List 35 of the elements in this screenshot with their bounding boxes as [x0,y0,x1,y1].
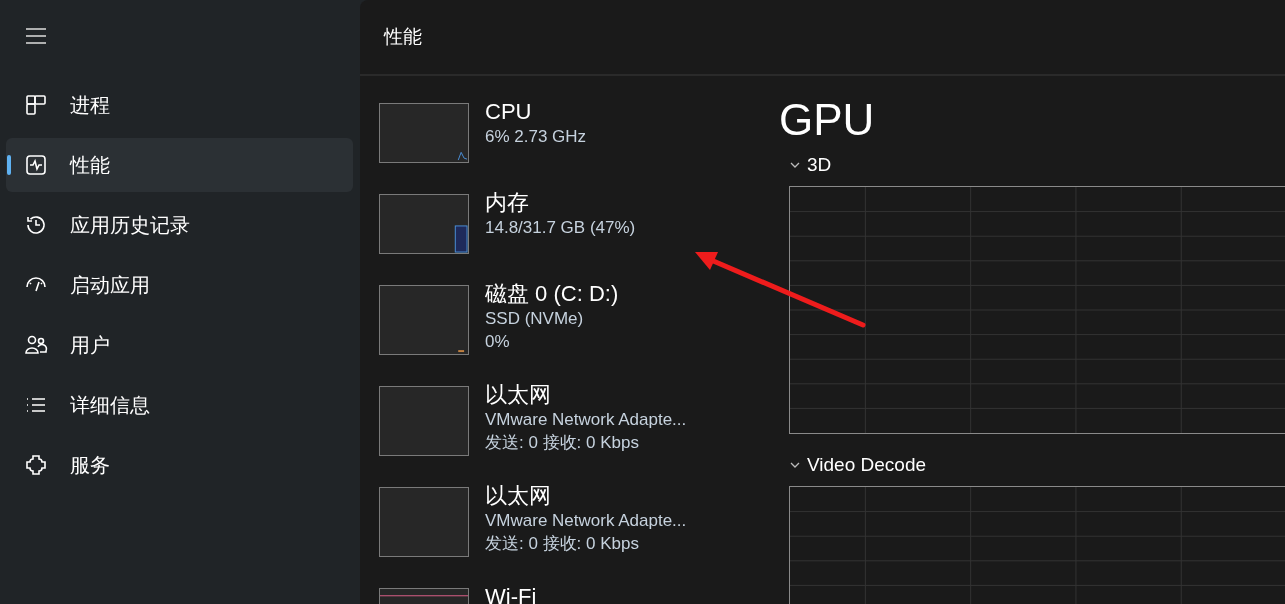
device-stat: 6% 2.73 GHz [485,126,587,148]
sidebar-item[interactable]: 启动应用 [6,258,353,312]
device-name[interactable]: 以太网 [485,483,687,509]
device-stat: VMware Network Adapte... [485,409,687,431]
usage-graph[interactable] [379,285,469,355]
device-stat: 发送: 0 接收: 0 Kbps [485,432,640,454]
history-icon [24,213,48,237]
sidebar-item[interactable]: 性能 [6,138,353,192]
sidebar-item[interactable]: 详细信息 [6,378,353,432]
device-name[interactable]: 内存 [485,190,636,216]
sidebar-item[interactable]: 进程 [6,78,353,132]
device-name[interactable]: 磁盘 0 (C: D:) [485,281,619,307]
device-name[interactable]: 以太网 [485,382,687,408]
page-title: 性能 [384,25,422,49]
device-stat: 14.8/31.7 GB (47%) [485,217,636,239]
sidebar-item[interactable]: 服务 [6,438,353,492]
users-icon [24,333,48,357]
usage-graph[interactable] [379,103,469,163]
section-toggle[interactable]: 3D [779,154,832,176]
grid-icon [24,93,48,117]
sidebar-item[interactable]: 用户 [6,318,353,372]
sidebar-item[interactable]: 应用历史记录 [6,198,353,252]
usage-graph[interactable] [379,194,469,254]
puzzle-icon [24,453,48,477]
usage-graph[interactable] [379,386,469,456]
pulse-icon [24,153,48,177]
device-stat: 发送: 0 接收: 0 Kbps [485,533,640,555]
device-stat: 0% [485,331,511,353]
usage-graph[interactable] [379,487,469,557]
device-name[interactable]: CPU [485,99,587,125]
section-toggle[interactable]: Video Decode [779,454,927,476]
device-stat: VMware Network Adapte... [485,510,687,532]
device-name[interactable]: Wi-Fi [485,584,537,604]
device-stat: SSD (NVMe) [485,308,585,330]
device-heading: GPU [779,94,876,146]
